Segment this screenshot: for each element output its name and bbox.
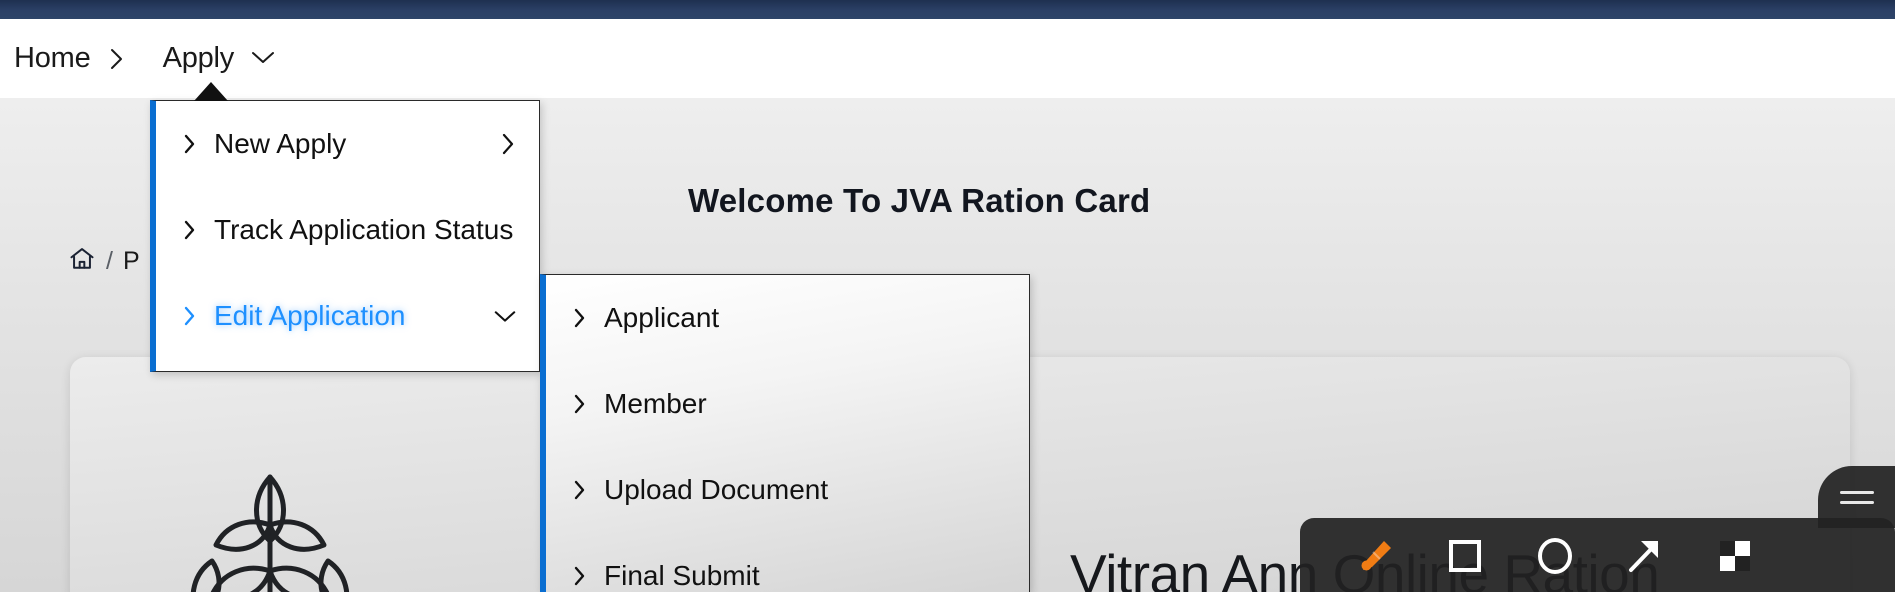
hamburger-line [1839,490,1874,494]
menu-item-label: Edit Application [214,300,406,331]
highlighter-pen-icon[interactable] [1352,532,1398,578]
menu-item-final-submit[interactable]: Final Submit [546,533,1029,592]
hamburger-line [1839,500,1874,504]
arrow-icon[interactable] [1622,532,1668,578]
chevron-right-icon [493,131,517,157]
menu-item-member[interactable]: Member [546,361,1029,447]
chevron-right-icon [182,133,198,155]
menu-item-label: Track Application Status [214,214,514,245]
dropdown-pointer-arrow [194,82,228,101]
breadcrumb: / P [68,245,140,278]
menu-item-label: Final Submit [604,560,760,591]
rectangle-icon[interactable] [1442,532,1488,578]
nav-item-apply-label: Apply [162,42,235,74]
chevron-right-icon [572,565,588,587]
menu-item-label: Member [604,388,707,419]
menu-item-label: Upload Document [604,474,829,505]
hamburger-menu-icon[interactable] [1818,466,1895,528]
chevron-right-icon [97,44,135,74]
nav-item-apply[interactable]: Apply [157,42,275,75]
navigation-bar: Home Apply [0,19,1895,98]
menu-item-upload-document[interactable]: Upload Document [546,447,1029,533]
chevron-right-icon [572,479,588,501]
ellipse-icon[interactable] [1532,532,1578,578]
wheat-plant-icon [120,385,420,592]
menu-item-track-application-status[interactable]: Track Application Status [156,187,539,273]
menu-item-new-apply[interactable]: New Apply [156,101,539,187]
annotation-toolbar [1300,518,1895,592]
apply-dropdown-menu: New Apply Track Application Status Edit … [150,100,540,372]
checkerboard-icon[interactable] [1712,532,1758,578]
breadcrumb-current: P [122,247,140,275]
chevron-down-icon [493,307,517,325]
menu-item-label: New Apply [214,128,347,159]
nav-item-home[interactable]: Home [8,42,97,75]
breadcrumb-separator: / [106,247,113,275]
chevron-right-icon [182,219,198,241]
chevron-down-icon [250,48,275,70]
menu-item-label: Applicant [604,302,720,333]
chevron-right-icon [572,307,588,329]
menu-item-applicant[interactable]: Applicant [546,275,1029,361]
page-title: Welcome To JVA Ration Card [688,182,1151,219]
chevron-right-icon [572,393,588,415]
edit-application-submenu: Applicant Member Upload Document Final S… [540,274,1030,592]
top-navy-bar [0,0,1895,19]
chevron-right-icon [182,305,198,327]
menu-item-edit-application[interactable]: Edit Application [156,273,539,359]
home-icon[interactable] [68,245,96,278]
